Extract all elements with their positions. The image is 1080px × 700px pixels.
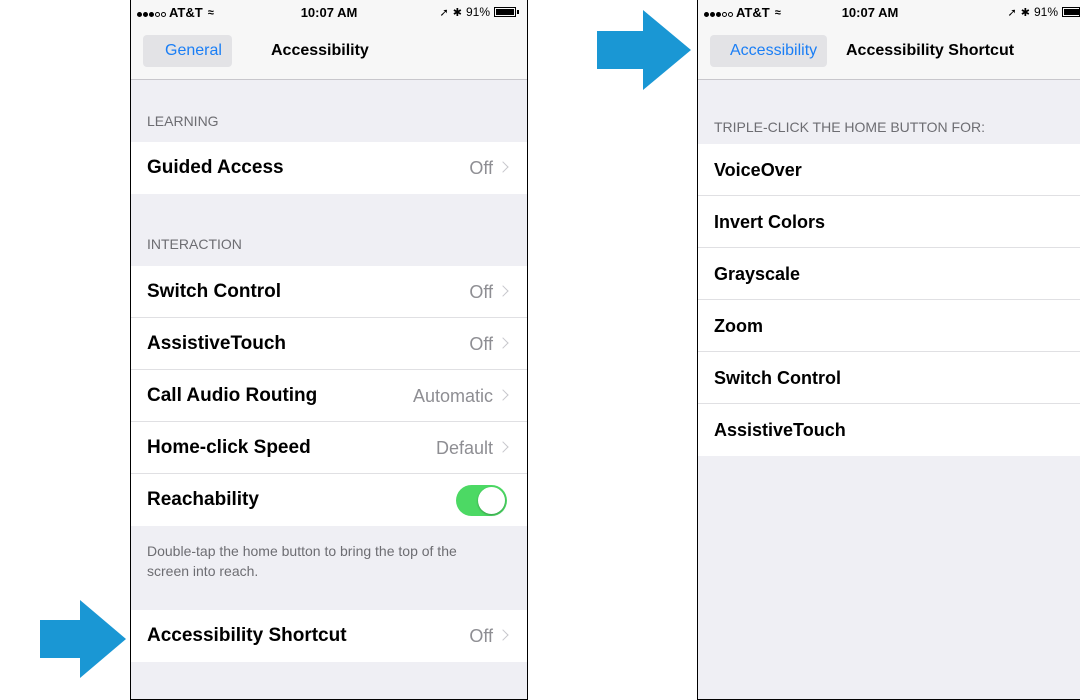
toggle-knob: [478, 487, 505, 514]
back-button[interactable]: Accessibility: [710, 35, 828, 67]
reachability-toggle[interactable]: [456, 485, 507, 516]
option-label: Zoom: [714, 316, 763, 336]
option-zoom[interactable]: Zoom: [698, 300, 1080, 352]
option-label: VoiceOver: [714, 160, 802, 180]
row-label: Switch Control: [147, 281, 282, 302]
row-value: Off: [469, 626, 493, 646]
call-audio-routing-row[interactable]: Call Audio Routing Automatic: [131, 370, 527, 422]
chevron-right-icon: [497, 441, 509, 453]
section-header-triple-click: TRIPLE-CLICK THE HOME BUTTON FOR:: [714, 119, 985, 135]
switch-control-row[interactable]: Switch Control Off: [131, 266, 527, 318]
option-grayscale[interactable]: Grayscale: [698, 248, 1080, 300]
callout-arrow-right: [597, 10, 691, 90]
row-value: Default: [435, 438, 493, 458]
battery-percent: 91%: [465, 5, 490, 19]
battery-icon: [1062, 7, 1080, 17]
nav-bar: Accessibility Accessibility Shortcut: [698, 24, 1080, 80]
shortcut-group: Accessibility Shortcut Off: [131, 610, 527, 662]
row-value: Automatic: [412, 386, 493, 406]
status-bar: AT&T ≈ 10:07 AM ➚ ✱ 91%: [131, 0, 527, 24]
option-label: Invert Colors: [714, 212, 826, 232]
section-header-learning: LEARNING: [147, 113, 219, 129]
row-value: Off: [469, 334, 493, 354]
chevron-right-icon: [497, 285, 509, 297]
learning-group: Guided Access Off: [131, 142, 527, 194]
page-title: Accessibility Shortcut: [846, 42, 1015, 59]
option-invert-colors[interactable]: Invert Colors: [698, 196, 1080, 248]
battery-icon: [494, 7, 516, 17]
row-label: Accessibility Shortcut: [147, 625, 347, 646]
accessibility-shortcut-screen: AT&T ≈ 10:07 AM ➚ ✱ 91% Accessibility Ac…: [697, 0, 1080, 700]
page-title: Accessibility: [271, 42, 369, 59]
back-button-label: General: [165, 42, 222, 59]
reachability-note: Double-tap the home button to bring the …: [147, 543, 457, 579]
battery-percent: 91%: [1033, 5, 1058, 19]
row-label: Guided Access: [147, 157, 284, 178]
option-label: AssistiveTouch: [714, 420, 846, 440]
row-value: Off: [469, 282, 493, 302]
option-switch-control[interactable]: Switch Control: [698, 352, 1080, 404]
option-assistivetouch[interactable]: AssistiveTouch: [698, 404, 1080, 456]
chevron-right-icon: [497, 337, 509, 349]
section-header-interaction: INTERACTION: [147, 236, 242, 252]
row-value: Off: [469, 158, 493, 178]
chevron-right-icon: [497, 161, 509, 173]
back-button[interactable]: General: [143, 35, 232, 67]
home-click-speed-row[interactable]: Home-click Speed Default: [131, 422, 527, 474]
status-bar: AT&T ≈ 10:07 AM ➚ ✱ 91%: [698, 0, 1080, 24]
bluetooth-icon: ✱: [1020, 6, 1030, 19]
interaction-group: Switch Control Off AssistiveTouch Off Ca…: [131, 266, 527, 526]
back-button-label: Accessibility: [730, 42, 818, 59]
row-label: Reachability: [147, 489, 259, 510]
accessibility-screen: AT&T ≈ 10:07 AM ➚ ✱ 91% General Accessib…: [130, 0, 528, 700]
row-label: AssistiveTouch: [147, 333, 287, 354]
chevron-right-icon: [497, 389, 509, 401]
bluetooth-icon: ✱: [452, 6, 462, 19]
option-voiceover[interactable]: VoiceOver: [698, 144, 1080, 196]
shortcut-options-group: VoiceOver Invert Colors Grayscale Zoom S…: [698, 144, 1080, 456]
guided-access-row[interactable]: Guided Access Off: [131, 142, 527, 194]
nav-bar: General Accessibility: [131, 24, 527, 80]
option-label: Switch Control: [714, 368, 841, 388]
location-icon: ➚: [1007, 6, 1017, 19]
callout-arrow-left: [40, 600, 126, 678]
accessibility-shortcut-row[interactable]: Accessibility Shortcut Off: [131, 610, 527, 662]
reachability-row: Reachability: [131, 474, 527, 526]
chevron-right-icon: [497, 629, 509, 641]
location-icon: ➚: [439, 6, 449, 19]
assistivetouch-row[interactable]: AssistiveTouch Off: [131, 318, 527, 370]
row-label: Home-click Speed: [147, 437, 311, 458]
option-label: Grayscale: [714, 264, 801, 284]
status-time: 10:07 AM: [841, 5, 899, 20]
row-label: Call Audio Routing: [147, 385, 318, 406]
